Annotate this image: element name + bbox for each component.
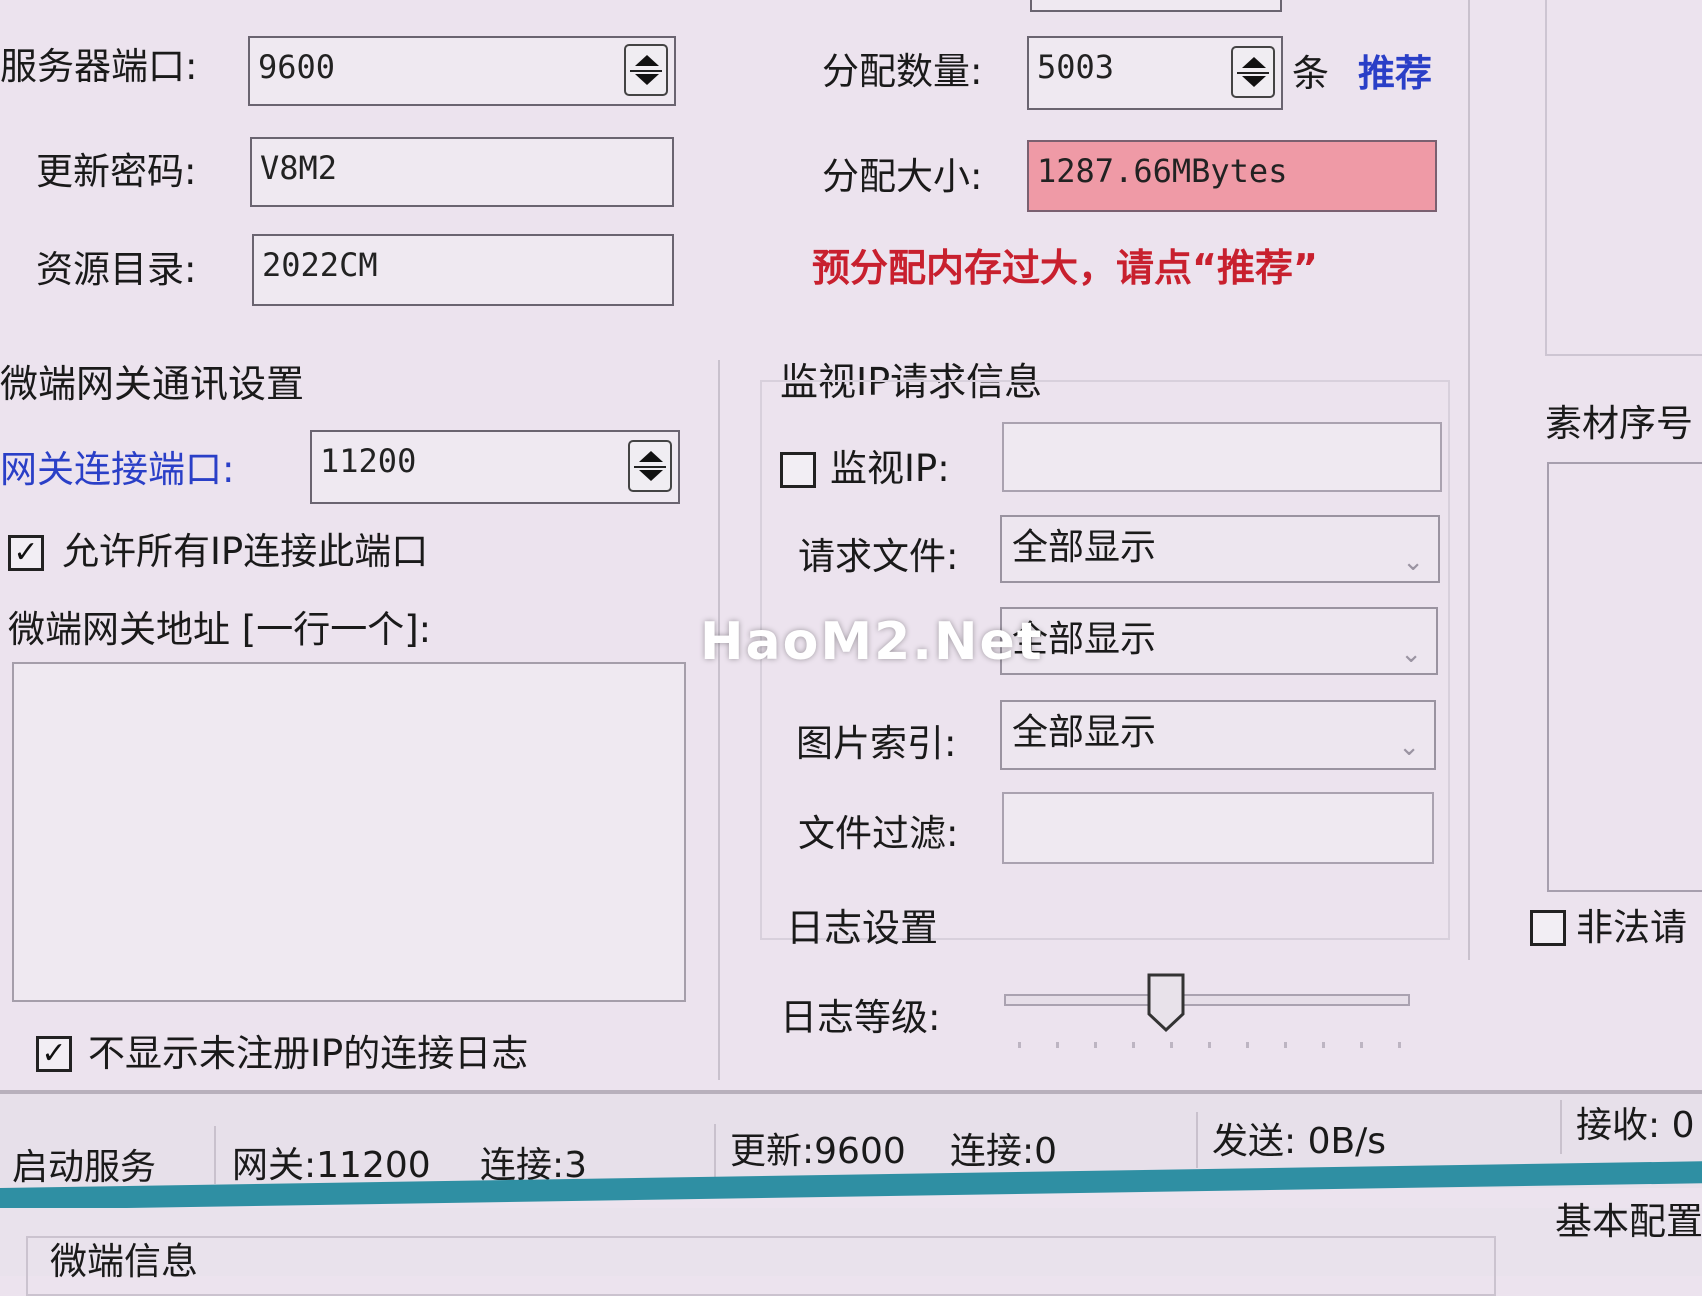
hide-unregistered-checkbox[interactable]: ✓ [36,1036,72,1072]
spin-updown-icon[interactable] [628,440,672,492]
status-send-rate: 发送: 0B/s [1212,1121,1387,1162]
alloc-size-label: 分配大小: [822,155,983,198]
status-update: 更新:9600 [730,1131,906,1172]
monitor-ip-checkbox[interactable] [780,452,816,488]
resource-dir-label: 资源目录: [36,248,197,291]
slider-tick [1284,1042,1287,1048]
top-mid-field-cut [1030,0,1282,12]
spin-updown-icon[interactable] [624,44,668,96]
tab-basic-config[interactable]: 基本配置 [1555,1200,1702,1244]
illegal-request-label: 非法请 [1576,906,1687,949]
status-receive-rate: 接收: 0 [1576,1105,1695,1146]
gateway-port-stepper[interactable]: 11200 [310,430,680,504]
monitor-ip-label: 监视IP: [830,447,950,490]
slider-tick [1360,1042,1363,1048]
log-level-ticks [1018,1042,1401,1050]
slider-tick [1246,1042,1249,1048]
micro-info-title: 微端信息 [50,1240,198,1283]
chevron-down-icon: ⌄ [1398,732,1420,762]
image-index-label: 图片索引: [796,722,957,765]
slider-tick [1208,1042,1211,1048]
monitor-ip-field[interactable] [1002,422,1442,492]
alloc-count-stepper[interactable]: 5003 [1027,36,1283,110]
recommend-link[interactable]: 推荐 [1358,52,1432,96]
middle-divider [718,360,720,1080]
update-password-field[interactable]: V8M2 [250,137,674,207]
material-index-label: 素材序号 [1545,402,1693,445]
log-level-slider-track[interactable] [1004,994,1410,1006]
status-separator [714,1124,716,1182]
image-index-select[interactable]: 全部显示 ⌄ [1000,700,1436,770]
resource-dir-field[interactable]: 2022CM [252,234,674,306]
hide-unregistered-label: 不显示未注册IP的连接日志 [88,1032,529,1075]
status-separator [214,1126,216,1184]
illegal-request-checkbox[interactable] [1530,910,1566,946]
slider-tick [1094,1042,1097,1048]
status-separator [1196,1112,1198,1168]
file-filter-field[interactable] [1002,792,1434,864]
gateway-section-title: 微端网关通讯设置 [0,362,305,406]
slider-tick [1056,1042,1059,1048]
server-port-value: 9600 [258,48,336,86]
slider-tick [1132,1042,1135,1048]
right-top-panel [1545,0,1702,356]
gateway-address-label: 微端网关地址 [一行一个]: [8,608,432,651]
allow-all-ip-checkbox[interactable]: ✓ [8,535,44,571]
request-file-select[interactable]: 全部显示 ⌄ [1000,515,1440,583]
alloc-size-field: 1287.66MBytes [1027,140,1437,212]
slider-tick [1018,1042,1021,1048]
gateway-address-textarea[interactable] [12,662,686,1002]
request-file-label: 请求文件: [798,535,959,578]
material-index-list[interactable] [1547,462,1702,892]
status-separator [1560,1100,1562,1154]
alloc-warning-text: 预分配内存过大，请点“推荐” [812,246,1318,290]
status-update-connections: 连接:0 [950,1131,1058,1172]
slider-tick [1170,1042,1173,1048]
watermark-text: HaoM2.Net [700,612,1044,672]
update-password-label: 更新密码: [36,150,197,193]
update-password-value: V8M2 [260,149,338,187]
gateway-port-value: 11200 [320,442,417,480]
server-port-label: 服务器端口: [0,45,198,88]
file-filter-label: 文件过滤: [798,812,959,855]
log-level-label: 日志等级: [780,996,941,1039]
micro-info-group [26,1236,1496,1296]
right-panel-divider [1468,0,1470,960]
image-index-value: 全部显示 [1012,712,1157,753]
second-filter-select[interactable]: 全部显示 ⌄ [1000,607,1438,675]
chevron-down-icon: ⌄ [1400,639,1422,669]
slider-thumb-icon [1147,973,1185,1033]
spin-updown-icon[interactable] [1231,46,1275,98]
alloc-count-unit: 条 [1292,52,1329,95]
alloc-count-value: 5003 [1037,48,1115,86]
server-port-stepper[interactable]: 9600 [248,36,676,106]
chevron-down-icon: ⌄ [1402,547,1424,577]
gateway-port-label: 网关连接端口: [0,448,235,491]
status-start-service[interactable]: 启动服务 [12,1146,156,1190]
slider-tick [1398,1042,1401,1048]
log-section-title: 日志设置 [786,906,939,950]
resource-dir-value: 2022CM [262,246,378,284]
alloc-count-label: 分配数量: [822,50,983,93]
log-level-slider-thumb[interactable] [1146,972,1186,1034]
slider-tick [1322,1042,1325,1048]
request-file-value: 全部显示 [1012,527,1157,568]
alloc-size-value: 1287.66MBytes [1037,152,1288,190]
allow-all-ip-label: 允许所有IP连接此端口 [62,530,429,573]
